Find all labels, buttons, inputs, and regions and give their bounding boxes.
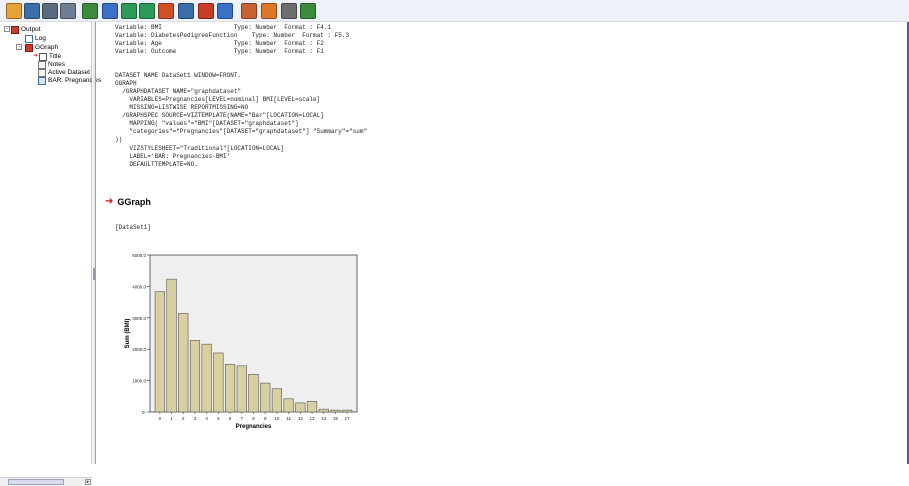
bar-1 — [166, 278, 177, 413]
splitter-handle[interactable] — [93, 268, 95, 280]
bar-15 — [330, 409, 341, 413]
log-line: Variable: Outcome Type: Number Format : … — [115, 48, 324, 55]
log-line: DEFAULTTEMPLATE=NO. — [115, 161, 198, 168]
x-tick-label: 3 — [194, 416, 197, 421]
bar-0 — [154, 291, 165, 413]
ggraph-book-icon — [25, 43, 33, 52]
bar-2 — [178, 313, 189, 413]
ggraph-heading: ➔ GGraph — [105, 196, 151, 208]
log-line: Variable: BMI Type: Number Format : F4.1 — [115, 24, 332, 31]
x-axis-label: Pregnancies — [236, 424, 272, 430]
bar-12 — [295, 402, 306, 413]
scroll-right-icon[interactable]: ▸ — [85, 479, 91, 485]
log-line: Variable: DiabetesPedigreeFunction Type:… — [115, 32, 350, 39]
bar-14 — [318, 408, 329, 413]
bar-13 — [306, 401, 318, 413]
save-icon[interactable] — [24, 3, 40, 19]
outline-item-ggraph[interactable]: GGraph — [25, 43, 58, 52]
y-tick-label: 4000.0 — [132, 284, 146, 289]
outline-item-log[interactable]: Log — [25, 34, 46, 43]
redo-icon[interactable] — [139, 3, 155, 19]
x-tick-label: 8 — [252, 416, 255, 421]
x-tick-label: 1 — [170, 416, 173, 421]
bar-5 — [213, 352, 224, 413]
pane-splitter[interactable] — [92, 22, 96, 464]
outline-item-label: Output — [21, 26, 41, 33]
log-line: MISSING=LISTWISE REPORTMISSING=NO — [115, 104, 249, 111]
x-tick-label: 17 — [345, 416, 351, 421]
x-tick-label: 5 — [217, 416, 220, 421]
log-icon — [25, 34, 33, 43]
output-expander[interactable]: − — [4, 26, 10, 32]
outline-pane: − Output Log − GGraph ➔ Title Notes Acti… — [0, 22, 101, 486]
chart-builder-icon[interactable] — [198, 3, 214, 19]
undo-icon[interactable] — [121, 3, 137, 19]
y-tick-label: 0- — [142, 410, 147, 415]
data-table-icon[interactable] — [217, 3, 233, 19]
run-script-icon[interactable] — [241, 3, 257, 19]
output-book-icon — [11, 25, 19, 34]
bar-17 — [342, 409, 353, 413]
log-line: MAPPING( "values"="BMI"[DATASET="graphda… — [115, 120, 299, 127]
goto-variable-icon[interactable] — [178, 3, 194, 19]
x-tick-label: 6 — [229, 416, 232, 421]
toolbar — [0, 0, 909, 22]
bar-4 — [201, 343, 212, 413]
designate-window-icon[interactable] — [281, 3, 297, 19]
bar-11 — [283, 398, 294, 413]
log-line: VIZSTYLESHEET="Traditional"[LOCATION=LOC… — [115, 145, 285, 152]
y-tick-label: 5000.0 — [132, 253, 146, 258]
y-axis-label: Sum (BMI) — [125, 319, 131, 349]
log-line: VARIABLES=Pregnancies[LEVEL=nominal] BMI… — [115, 96, 321, 103]
bar-3 — [189, 340, 201, 413]
bar-7 — [236, 365, 247, 413]
print-preview-icon[interactable] — [60, 3, 76, 19]
print-icon[interactable] — [42, 3, 58, 19]
x-tick-label: 0 — [159, 416, 162, 421]
current-item-arrow-icon: ➔ — [105, 196, 114, 207]
x-tick-label: 9 — [264, 416, 267, 421]
log-line: GGRAPH — [115, 80, 137, 87]
bar-chart-icon — [38, 76, 46, 85]
export-icon[interactable] — [82, 3, 98, 19]
log-line: /GRAPHDATASET NAME="graphdataset" — [115, 88, 242, 95]
ggraph-expander[interactable]: − — [16, 44, 22, 50]
x-tick-label: 2 — [182, 416, 185, 421]
outline-item-label: Log — [35, 35, 46, 42]
scrollbar-thumb[interactable] — [8, 479, 64, 485]
open-icon[interactable] — [6, 3, 22, 19]
y-tick-label: 1000.0 — [132, 379, 146, 384]
bar-8 — [248, 374, 259, 413]
x-tick-label: 4 — [205, 416, 208, 421]
x-tick-label: 15 — [333, 416, 339, 421]
x-tick-label: 11 — [286, 416, 291, 421]
x-tick-label: 13 — [310, 416, 316, 421]
log-line: /GRAPHSPEC SOURCE=VIZTEMPLATE(NAME="Bar"… — [115, 112, 324, 119]
log-line: )) — [115, 136, 123, 143]
x-tick-label: 10 — [274, 416, 280, 421]
log-line: "categories"="Pregnancies"[DATASET="grap… — [115, 128, 368, 135]
section-title: GGraph — [117, 197, 151, 207]
x-tick-label: 7 — [241, 416, 244, 421]
y-tick-label: 3000.0 — [132, 316, 146, 321]
dataset-label: [DataSet1] — [115, 224, 152, 231]
log-line: LABEL='BAR: Pregnancies-BMI' — [115, 153, 231, 160]
bar-6 — [224, 363, 236, 413]
log-line: Variable: Age Type: Number Format : F2 — [115, 40, 324, 47]
insert-item-icon[interactable] — [300, 3, 316, 19]
x-tick-label: 12 — [298, 416, 304, 421]
bar-chart[interactable]: 0-1000.02000.03000.04000.05000.00 1 2 3 4 5 6 7… — [0, 0, 909, 464]
outline-item-output[interactable]: Output — [11, 25, 41, 34]
bar-9 — [260, 382, 271, 413]
script-icon[interactable] — [261, 3, 277, 19]
log-line: DATASET NAME DataSet1 WINDOW=FRONT. — [115, 72, 242, 79]
x-tick-label: 14 — [321, 416, 327, 421]
bar-10 — [271, 388, 283, 413]
recall-dialog-icon[interactable] — [102, 3, 118, 19]
outline-item-label: GGraph — [35, 44, 59, 51]
goto-case-icon[interactable] — [158, 3, 174, 19]
plot-area — [149, 254, 358, 413]
outline-horizontal-scrollbar[interactable]: ▸ — [0, 477, 92, 486]
y-tick-label: 2000.0 — [132, 347, 146, 352]
